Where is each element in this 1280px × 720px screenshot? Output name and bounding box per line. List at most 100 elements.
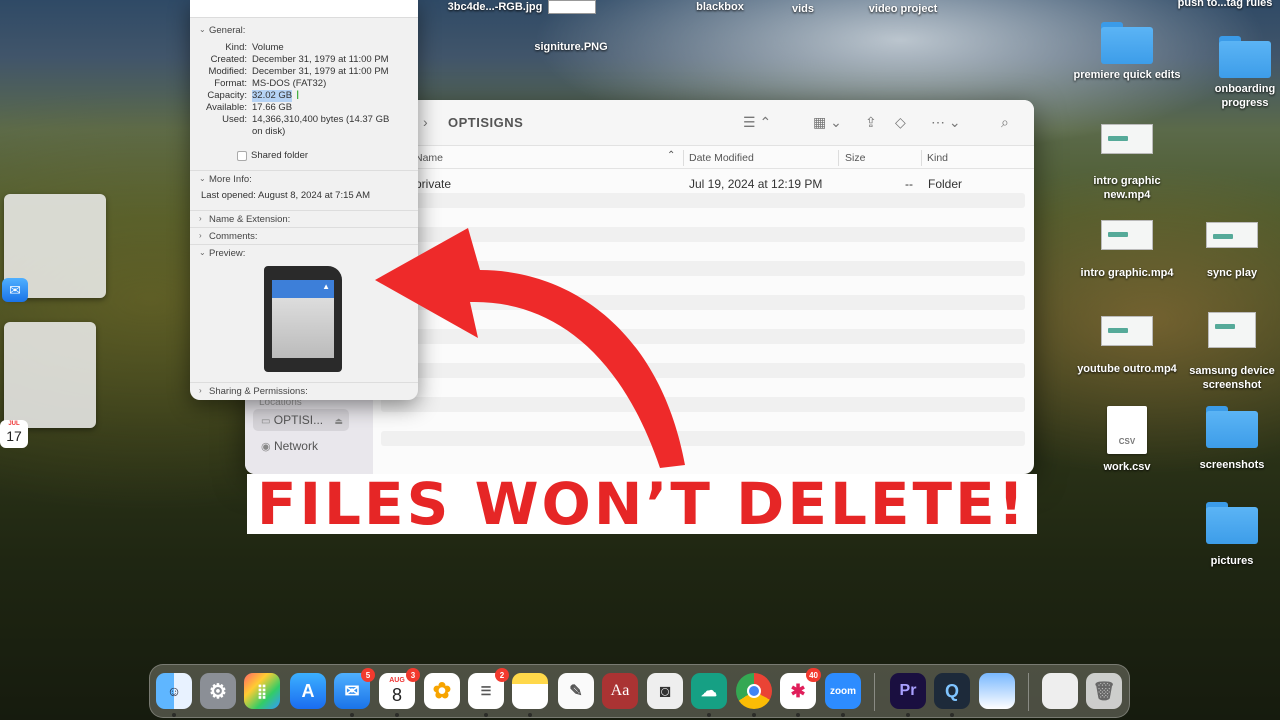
sidebar-item-label: Network: [273, 439, 318, 453]
desktop-item-intro-graphic[interactable]: intro graphic.mp4: [1072, 220, 1182, 280]
eject-icon[interactable]: ⏏: [334, 416, 343, 426]
section-more-info[interactable]: ⌄ More Info:: [190, 170, 418, 187]
desktop-item-premiere-quick-edits[interactable]: premiere quick edits: [1072, 22, 1182, 82]
calendar-month: JUL: [8, 421, 20, 427]
field-key: Capacity:: [207, 90, 247, 101]
desktop-item-label: youtube outro.mp4: [1077, 363, 1177, 375]
desktop-item-youtube-outro[interactable]: youtube outro.mp4: [1072, 316, 1182, 376]
notification-badge: 3: [406, 668, 420, 682]
stage-manager-window-calendar[interactable]: [4, 322, 96, 428]
field-value: December 31, 1979 at 11:00 PM: [252, 66, 389, 77]
field-value: December 31, 1979 at 11:00 PM: [252, 54, 389, 65]
section-general[interactable]: ⌄ General:: [190, 22, 418, 39]
field-value: 17.66 GB: [252, 102, 293, 113]
desktop-item-work-csv[interactable]: CSV work.csv: [1072, 406, 1182, 474]
premiere-pro-icon[interactable]: Pr: [890, 673, 926, 709]
column-header: Name ⌃ Date Modified Size Kind: [373, 147, 1034, 169]
more-icon[interactable]: ⋯ ⌄: [931, 114, 961, 131]
quicktime-icon[interactable]: Q: [934, 673, 970, 709]
desktop-item-blackbox[interactable]: blackbox: [672, 0, 768, 14]
finder-toolbar: › OPTISIGNS ☰ ⌃ ▦ ⌄ ⇪ ◇ ⋯ ⌄ ⌕: [373, 100, 1034, 146]
desktop-item-screenshots[interactable]: screenshots: [1177, 406, 1280, 472]
capacity-value-selected[interactable]: 32.02 GB: [252, 90, 293, 102]
column-date[interactable]: Date Modified: [689, 152, 754, 164]
zoom-icon[interactable]: zoom: [825, 673, 861, 709]
desktop-item-label: pictures: [1210, 555, 1254, 567]
column-size[interactable]: Size: [845, 152, 865, 164]
screenshot-icon[interactable]: ◙: [647, 673, 683, 709]
desktop-item-onboarding-progress[interactable]: onboarding progress: [1190, 36, 1280, 110]
calendar-month: AUG: [389, 677, 405, 684]
desktop-item-label: video project: [868, 3, 938, 15]
chevron-down-icon: ⌄: [199, 248, 206, 257]
downloads-stack-icon[interactable]: [1042, 673, 1078, 709]
desktop-item-label: push to...tag rules: [1177, 0, 1273, 9]
group-icon[interactable]: ▦ ⌄: [813, 114, 842, 131]
sidebar-item-network[interactable]: ◉ Network: [261, 439, 318, 453]
dock: ☺ ⚙ ⣿ A ✉ 5 AUG 8 3 ✿ ☰ 2 ✎ Aa ◙ ☁ ✱ 40 zoo…: [149, 664, 1130, 718]
slack-icon[interactable]: ✱ 40: [780, 668, 821, 709]
preview-icon[interactable]: [979, 673, 1015, 709]
chrome-icon[interactable]: [736, 673, 772, 709]
column-name[interactable]: Name: [415, 152, 443, 164]
trash-icon[interactable]: 🗑: [1086, 673, 1122, 709]
image-thumbnail-icon: [1206, 222, 1258, 248]
mail-icon[interactable]: ✉ 5: [334, 668, 375, 709]
column-kind[interactable]: Kind: [927, 152, 948, 164]
desktop-item-intro-graphic-new[interactable]: intro graphic new.mp4: [1072, 124, 1182, 202]
desktop-item-label: onboarding progress: [1214, 83, 1276, 109]
mail-app-icon[interactable]: ✉: [2, 278, 28, 302]
reminders-icon[interactable]: ☰ 2: [468, 668, 509, 709]
title-banner: FILES WON’T DELETE!: [247, 470, 1037, 538]
textedit-icon[interactable]: ✎: [558, 673, 594, 709]
desktop-item-vids[interactable]: vids: [770, 0, 836, 16]
section-title: Comments:: [209, 231, 258, 242]
field-key: Modified:: [208, 66, 247, 77]
search-icon[interactable]: ⌕: [1001, 114, 1009, 131]
system-settings-icon[interactable]: ⚙: [200, 673, 236, 709]
section-title: Sharing & Permissions:: [209, 386, 308, 397]
list-view-icon[interactable]: ☰ ⌃: [743, 114, 771, 131]
desktop-item-pictures[interactable]: pictures: [1177, 502, 1280, 568]
folder-icon: [1219, 36, 1271, 78]
sidebar-item-optisigns[interactable]: ▭ OPTISI... ⏏: [261, 413, 343, 427]
folder-icon: [1206, 406, 1258, 448]
optisigns-icon[interactable]: ☁: [691, 673, 727, 709]
calendar-icon[interactable]: AUG 8 3: [379, 668, 420, 709]
field-key: Kind:: [225, 42, 247, 53]
desktop-item-signiture-png[interactable]: signiture.PNG: [516, 36, 626, 54]
photos-icon[interactable]: ✿: [424, 673, 460, 709]
calendar-app-icon[interactable]: JUL 17: [0, 420, 28, 448]
image-thumbnail-icon: [1208, 312, 1256, 348]
desktop-item-rgb-jpg[interactable]: 3bc4de...-RGB.jpg: [440, 0, 550, 14]
app-store-icon[interactable]: A: [290, 673, 326, 709]
signature-thumbnail[interactable]: [548, 0, 596, 14]
finder-app-icon[interactable]: ☺: [156, 673, 192, 709]
desktop-item-label: blackbox: [696, 1, 744, 13]
forward-icon[interactable]: ›: [423, 114, 428, 130]
share-icon[interactable]: ⇪: [865, 114, 877, 131]
eject-triangle-icon: ▲: [322, 282, 330, 291]
sort-chevron-icon[interactable]: ⌃: [667, 150, 675, 161]
field-value: on disk): [252, 126, 286, 137]
desktop-item-sync-play[interactable]: sync play: [1177, 222, 1280, 280]
chevron-right-icon: ›: [199, 386, 202, 395]
desktop-item-push-to-tag-rules[interactable]: push to...tag rules: [1170, 0, 1280, 10]
text-cursor-icon: I: [296, 88, 300, 102]
drive-icon: ▭: [261, 416, 271, 427]
calendar-day: 8: [391, 685, 402, 705]
shared-folder-label: Shared folder: [251, 150, 309, 161]
launchpad-icon[interactable]: ⣿: [244, 673, 280, 709]
info-name-field[interactable]: [190, 0, 418, 18]
chevron-down-icon: ⌄: [199, 174, 206, 183]
calendar-day: 17: [6, 428, 22, 444]
window-title: OPTISIGNS: [448, 115, 524, 130]
desktop-item-samsung-device-screenshot[interactable]: samsung device screenshot: [1177, 312, 1280, 392]
notes-icon[interactable]: [512, 673, 548, 709]
banner-text: FILES WON’T DELETE!: [256, 470, 1028, 538]
chevron-right-icon: ›: [199, 214, 202, 223]
shared-folder-checkbox[interactable]: [237, 151, 247, 161]
desktop-item-video-project[interactable]: video project: [846, 0, 960, 16]
tag-icon[interactable]: ◇: [895, 114, 906, 131]
dictionary-icon[interactable]: Aa: [602, 673, 638, 709]
